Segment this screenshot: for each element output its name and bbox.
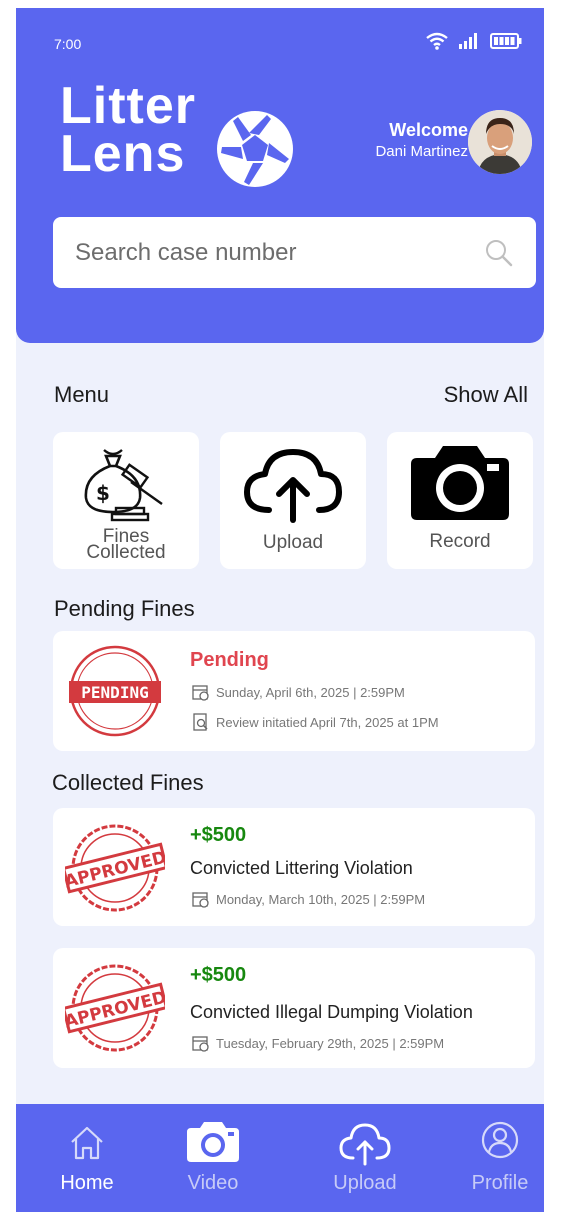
search-icon[interactable] bbox=[484, 238, 514, 268]
menu-fines-collected[interactable]: $ Fines Collected bbox=[53, 432, 199, 569]
money-bag-gavel-icon: $ bbox=[84, 449, 163, 522]
aperture-logo-icon bbox=[217, 111, 293, 187]
logo-line-2: Lens bbox=[60, 125, 186, 183]
signal-icon bbox=[459, 33, 477, 49]
pending-date: Sunday, April 6th, 2025 | 2:59PM bbox=[216, 684, 405, 700]
battery-icon bbox=[490, 33, 522, 49]
fine-amount: +$500 bbox=[190, 824, 247, 846]
search-bar[interactable]: Search case number bbox=[53, 217, 536, 288]
collected-fine-card[interactable]: APPROVED +$500 Convicted Illegal Dumping… bbox=[53, 948, 535, 1068]
status-time: 7:00 bbox=[54, 36, 82, 52]
fine-description: Convicted Littering Violation bbox=[190, 858, 413, 878]
avatar[interactable] bbox=[468, 110, 532, 174]
calendar-clock-icon bbox=[192, 892, 209, 908]
calendar-clock-icon bbox=[192, 1036, 209, 1052]
welcome-greeting: Welcome bbox=[389, 120, 468, 140]
calendar-clock-icon bbox=[192, 685, 209, 701]
nav-upload-label: Upload bbox=[333, 1172, 397, 1194]
fine-amount: +$500 bbox=[190, 964, 247, 986]
pending-date-row: Sunday, April 6th, 2025 | 2:59PM bbox=[192, 683, 405, 701]
nav-home-label: Home bbox=[60, 1172, 114, 1194]
phone-screen: 7:00 Litter Lens Welcome Dani Martinez S… bbox=[16, 8, 544, 1212]
user-name: Dani Martinez bbox=[375, 143, 468, 160]
approved-stamp-icon: APPROVED bbox=[65, 964, 165, 1052]
cloud-upload-icon bbox=[339, 1123, 391, 1166]
avatar-photo bbox=[468, 110, 532, 174]
cloud-upload-icon bbox=[244, 449, 342, 523]
document-search-icon bbox=[193, 713, 208, 731]
search-input[interactable]: Search case number bbox=[75, 239, 484, 267]
pending-review: Review initatied April 7th, 2025 at 1PM bbox=[216, 714, 439, 730]
welcome-block: Welcome Dani Martinez bbox=[375, 120, 468, 160]
pending-status: Pending bbox=[190, 649, 269, 671]
nav-profile-label: Profile bbox=[471, 1172, 529, 1194]
menu-upload[interactable]: Upload bbox=[220, 432, 366, 569]
bottom-nav: Home Video Upload Profile bbox=[16, 1104, 544, 1212]
nav-video-label: Video bbox=[187, 1172, 239, 1194]
menu-label-fines-line2: Collected bbox=[86, 542, 166, 563]
pending-stamp-icon: PENDING bbox=[69, 645, 161, 737]
app-logo-text: Litter Lens bbox=[60, 77, 196, 183]
menu-label-upload: Upload bbox=[262, 532, 324, 553]
status-icons bbox=[426, 32, 522, 50]
pending-fines-title: Pending Fines bbox=[54, 596, 195, 621]
menu-title: Menu bbox=[54, 382, 110, 407]
pending-review-row: Review initatied April 7th, 2025 at 1PM bbox=[192, 713, 439, 731]
fine-date-row: Monday, March 10th, 2025 | 2:59PM bbox=[192, 890, 425, 908]
approved-stamp-icon: APPROVED bbox=[65, 824, 165, 912]
pending-stamp-label: PENDING bbox=[81, 683, 148, 702]
fine-date: Tuesday, February 29th, 2025 | 2:59PM bbox=[216, 1035, 445, 1051]
camera-icon bbox=[187, 1122, 239, 1162]
home-icon bbox=[71, 1126, 103, 1160]
camera-icon bbox=[411, 446, 509, 520]
pending-fine-card[interactable]: PENDING Pending Sunday, April 6th, 2025 … bbox=[53, 631, 535, 751]
show-all-link[interactable]: Show All bbox=[444, 382, 528, 408]
fine-date-row: Tuesday, February 29th, 2025 | 2:59PM bbox=[192, 1034, 444, 1052]
profile-icon bbox=[481, 1121, 519, 1159]
fine-description: Convicted Illegal Dumping Violation bbox=[190, 1002, 473, 1022]
logo-line-1: Litter bbox=[60, 77, 196, 135]
fine-date: Monday, March 10th, 2025 | 2:59PM bbox=[216, 891, 426, 907]
menu-record[interactable]: Record bbox=[387, 432, 533, 569]
header: 7:00 Litter Lens Welcome Dani Martinez S… bbox=[16, 8, 544, 343]
collected-fine-card[interactable]: APPROVED +$500 Convicted Littering Viola… bbox=[53, 808, 535, 926]
collected-fines-title: Collected Fines bbox=[52, 770, 204, 795]
menu-label-record: Record bbox=[429, 531, 491, 552]
wifi-icon bbox=[426, 32, 448, 50]
svg-text:$: $ bbox=[96, 481, 110, 505]
